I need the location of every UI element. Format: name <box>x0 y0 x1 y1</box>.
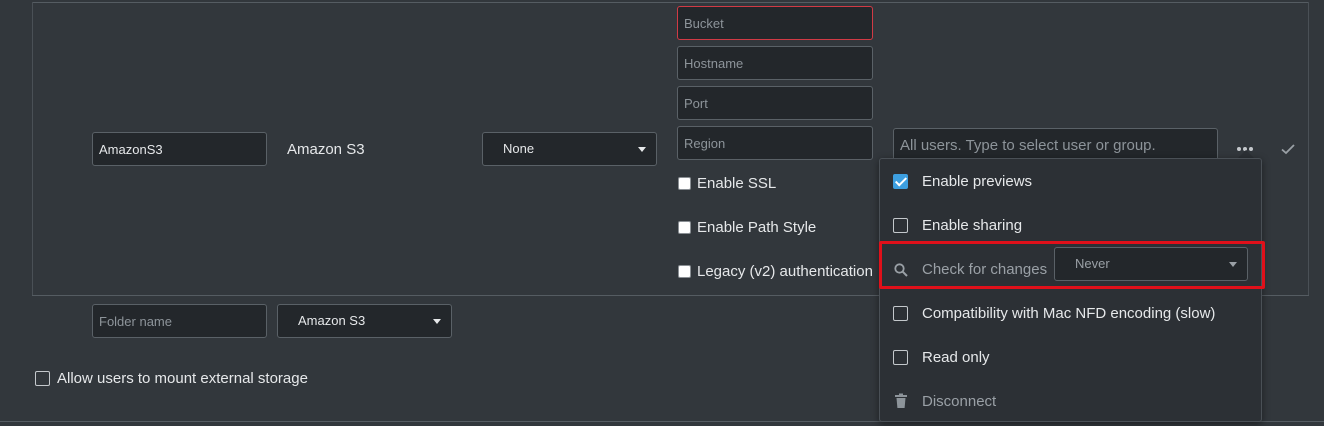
menu-item-enable-sharing[interactable]: Enable sharing <box>880 203 1263 247</box>
enable-path-style-label: Enable Path Style <box>697 219 817 236</box>
top-divider <box>32 2 1309 3</box>
enable-ssl-label: Enable SSL <box>697 175 777 192</box>
check-for-changes-select[interactable]: Never <box>1054 247 1248 281</box>
chevron-down-icon <box>1229 262 1237 267</box>
read-only-checkbox[interactable] <box>893 350 908 365</box>
read-only-label: Read only <box>922 349 990 366</box>
menu-item-read-only[interactable]: Read only <box>880 335 1263 379</box>
menu-item-mac-nfd[interactable]: Compatibility with Mac NFD encoding (slo… <box>880 291 1263 335</box>
applicable-users-input[interactable] <box>893 128 1218 162</box>
left-border <box>32 2 33 296</box>
new-backend-select-value: Amazon S3 <box>298 313 366 328</box>
enable-path-style-checkbox[interactable] <box>678 221 691 234</box>
chevron-down-icon <box>433 319 441 324</box>
new-backend-select[interactable]: Amazon S3 <box>277 304 452 338</box>
menu-item-enable-previews[interactable]: Enable previews <box>880 159 1263 203</box>
enable-sharing-label: Enable sharing <box>922 217 1023 234</box>
search-icon <box>894 263 908 277</box>
enable-ssl-checkbox[interactable] <box>678 177 691 190</box>
port-input[interactable] <box>677 86 873 120</box>
disconnect-label: Disconnect <box>922 393 997 410</box>
authentication-select-value: None <box>503 141 535 156</box>
authentication-select[interactable]: None <box>482 132 657 166</box>
checkmark-icon <box>1281 144 1295 155</box>
check-for-changes-label: Check for changes <box>922 261 1048 278</box>
backend-label: Amazon S3 <box>287 141 365 158</box>
mac-nfd-label: Compatibility with Mac NFD encoding (slo… <box>922 305 1216 322</box>
menu-item-disconnect[interactable]: Disconnect <box>880 379 1263 423</box>
save-button[interactable] <box>1279 140 1297 158</box>
enable-previews-checkbox[interactable] <box>893 174 908 189</box>
mount-options-menu: Enable previews Enable sharing Check for… <box>879 158 1262 422</box>
legacy-auth-checkbox[interactable] <box>678 265 691 278</box>
right-border <box>1308 2 1309 296</box>
trash-icon <box>895 393 907 408</box>
region-input[interactable] <box>677 126 873 160</box>
legacy-auth-label: Legacy (v2) authentication <box>697 263 873 280</box>
check-for-changes-value: Never <box>1075 256 1110 271</box>
allow-mount-label: Allow users to mount external storage <box>57 370 308 387</box>
hostname-input[interactable] <box>677 46 873 80</box>
folder-name-input[interactable] <box>92 132 267 166</box>
mac-nfd-checkbox[interactable] <box>893 306 908 321</box>
external-storage-panel: Amazon S3 None Enable SSL Enable Path St… <box>0 0 1324 426</box>
enable-previews-label: Enable previews <box>922 173 1033 190</box>
enable-sharing-checkbox[interactable] <box>893 218 908 233</box>
new-folder-name-input[interactable] <box>92 304 267 338</box>
bucket-input[interactable] <box>677 6 873 40</box>
allow-mount-checkbox[interactable] <box>35 371 50 386</box>
chevron-down-icon <box>638 147 646 152</box>
